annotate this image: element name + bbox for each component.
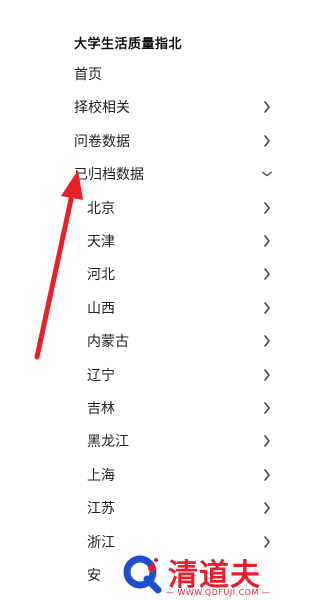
watermark: 清道夫 — WWW.QDFUJI.COM — (118, 548, 298, 600)
nav-item-school-selection[interactable]: 择校相关 (74, 95, 286, 119)
nav-item-label: 择校相关 (74, 100, 130, 116)
chevron-right-icon[interactable] (262, 296, 272, 320)
nav-item-label: 已归档数据 (74, 167, 144, 183)
nav-item-archived-data[interactable]: 已归档数据 (74, 162, 286, 186)
archived-item-inner-mongolia[interactable]: 内蒙古 (87, 329, 286, 353)
nav-item-label: 问卷数据 (74, 134, 130, 150)
chevron-right-icon[interactable] (262, 429, 272, 453)
chevron-right-icon[interactable] (262, 129, 272, 153)
archived-item-label: 安 (87, 568, 101, 584)
mobile-menu-screen: 大学生活质量指北 首页 择校相关 问卷数据 已归档数据 北京 天津 河北 山西 … (0, 0, 300, 600)
nav-item-home[interactable]: 首页 (74, 62, 286, 86)
chevron-right-icon[interactable] (262, 329, 272, 353)
nav-item-survey-data[interactable]: 问卷数据 (74, 129, 286, 153)
archived-item-hebei[interactable]: 河北 (87, 262, 286, 286)
archived-item-label: 江苏 (87, 501, 115, 517)
archived-item-label: 山西 (87, 301, 115, 317)
chevron-right-icon[interactable] (262, 463, 272, 487)
chevron-right-icon[interactable] (262, 262, 272, 286)
archived-item-label: 河北 (87, 267, 115, 283)
archived-item-jilin[interactable]: 吉林 (87, 396, 286, 420)
watermark-subtext: — WWW.QDFUJI.COM — (166, 588, 271, 597)
archived-item-label: 吉林 (87, 401, 115, 417)
archived-item-tianjin[interactable]: 天津 (87, 229, 286, 253)
archived-item-liaoning[interactable]: 辽宁 (87, 363, 286, 387)
archived-item-shanghai[interactable]: 上海 (87, 463, 286, 487)
chevron-right-icon[interactable] (262, 229, 272, 253)
archived-item-jiangsu[interactable]: 江苏 (87, 496, 286, 520)
archived-item-beijing[interactable]: 北京 (87, 196, 286, 220)
archived-item-label: 辽宁 (87, 368, 115, 384)
watermark-logo-icon (123, 555, 162, 594)
chevron-right-icon[interactable] (262, 496, 272, 520)
site-title[interactable]: 大学生活质量指北 (74, 33, 182, 52)
archived-item-label: 上海 (87, 468, 115, 484)
archived-item-heilongjiang[interactable]: 黑龙江 (87, 429, 286, 453)
chevron-right-icon[interactable] (262, 196, 272, 220)
chevron-right-icon[interactable] (262, 363, 272, 387)
archived-item-label: 北京 (87, 201, 115, 217)
chevron-right-icon[interactable] (262, 396, 272, 420)
archived-item-label: 内蒙古 (87, 334, 129, 350)
nav-item-label: 首页 (74, 67, 102, 83)
archived-item-shanxi[interactable]: 山西 (87, 296, 286, 320)
archived-item-label: 天津 (87, 234, 115, 250)
archived-item-label: 浙江 (87, 535, 115, 551)
archived-item-label: 黑龙江 (87, 434, 129, 450)
chevron-right-icon[interactable] (262, 95, 272, 119)
chevron-down-icon[interactable] (262, 162, 272, 186)
